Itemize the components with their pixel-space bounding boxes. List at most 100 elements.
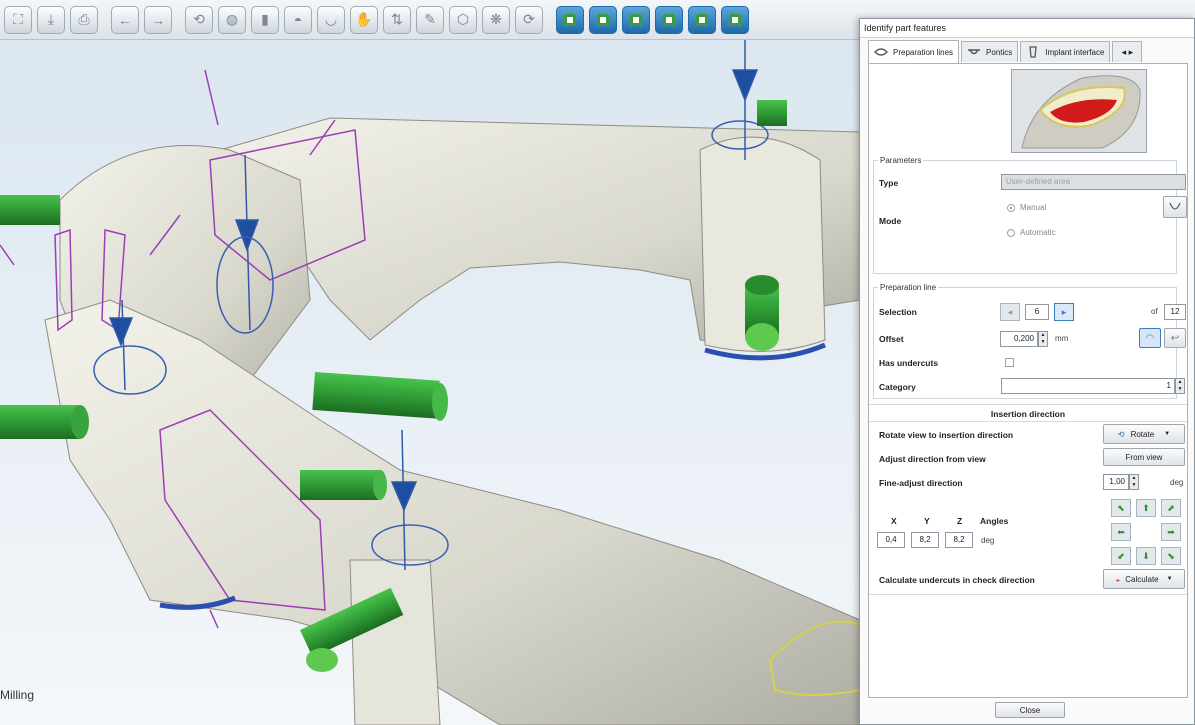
mode-manual-radio[interactable]	[1007, 204, 1015, 212]
fullscreen-icon[interactable]: ⛶	[4, 5, 32, 34]
cylinder-icon[interactable]: ◍	[218, 5, 246, 34]
offset-label: Offset	[879, 334, 904, 344]
view-top-icon[interactable]	[688, 5, 716, 34]
angles-label: Angles	[980, 516, 1009, 526]
tilt-down-right-button[interactable]: ⬊	[1161, 547, 1181, 565]
identify-part-features-dialog: Identify part features Preparation lines…	[859, 18, 1195, 725]
type-label: Type	[879, 178, 899, 188]
chevron-down-icon: ▼	[1164, 431, 1171, 437]
fine-adjust-spinner[interactable]: ▲ ▼	[1129, 474, 1139, 490]
offset-field[interactable]: 0,200	[1000, 331, 1038, 347]
tilt-left-button[interactable]: ⬅	[1111, 523, 1131, 541]
category-spinner[interactable]: ▲ ▼	[1175, 378, 1185, 394]
calculate-undercuts-label: Calculate undercuts in check direction	[879, 575, 1035, 585]
hand-icon[interactable]: ✋	[350, 5, 378, 34]
rotate-button[interactable]: ⟲ Rotate ▼	[1103, 424, 1185, 444]
mode-automatic-label: Automatic	[1020, 228, 1056, 237]
mode-label: Mode	[879, 216, 902, 226]
mode-label: Milling	[0, 688, 35, 702]
tab-implant-interface[interactable]: Implant interface	[1020, 41, 1111, 62]
part-icon[interactable]: ▮	[251, 5, 279, 34]
offset-reset-button[interactable]: ↩	[1164, 328, 1186, 348]
preparation-preview-image	[1011, 69, 1147, 153]
undo-icon[interactable]: ←	[111, 5, 139, 34]
preparation-line-legend: Preparation line	[880, 283, 937, 292]
tab-preparation-lines[interactable]: Preparation lines	[868, 40, 960, 63]
adjust-direction-label: Adjust direction from view	[879, 454, 986, 464]
fine-adjust-unit: deg	[1170, 478, 1184, 487]
redo-icon[interactable]: →	[144, 5, 172, 34]
z-axis-label: Z	[957, 516, 963, 526]
tab-label: Pontics	[986, 47, 1013, 57]
x-angle-field[interactable]: 0,4	[877, 532, 905, 548]
selection-prev-button[interactable]: ◂	[1000, 303, 1020, 321]
offset-spinner[interactable]: ▲ ▼	[1038, 331, 1048, 347]
selection-label: Selection	[879, 307, 917, 317]
close-button[interactable]: Close	[995, 702, 1065, 718]
morph-icon[interactable]: ❋	[482, 5, 510, 34]
rotate-tooth-icon: ⟲	[1117, 429, 1125, 439]
preparation-line-icon	[874, 46, 888, 58]
category-label: Category	[879, 382, 916, 392]
return-icon: ↩	[1170, 332, 1180, 344]
print-icon[interactable]: ⎙	[70, 5, 98, 34]
parameters-legend: Parameters	[880, 156, 922, 165]
pontic-icon	[967, 46, 981, 58]
selection-field[interactable]: 6	[1025, 304, 1049, 320]
view-front-icon[interactable]	[556, 5, 584, 34]
selection-next-button[interactable]: ▸	[1054, 303, 1074, 321]
calculate-button-label: Calculate	[1125, 574, 1159, 584]
undercuts-checkbox[interactable]	[1005, 358, 1014, 367]
mode-shape-button[interactable]	[1163, 196, 1187, 218]
view-back-icon[interactable]	[589, 5, 617, 34]
total-count-field: 12	[1164, 304, 1186, 320]
offset-apply-button[interactable]: ◠	[1139, 328, 1161, 348]
rotate-button-label: Rotate	[1130, 429, 1155, 439]
tilt-down-left-button[interactable]: ⬋	[1111, 547, 1131, 565]
tilt-up-right-button[interactable]: ⬈	[1161, 499, 1181, 517]
undercuts-label: Has undercuts	[879, 358, 939, 368]
rotate-icon[interactable]: ⟳	[515, 5, 543, 34]
z-angle-field[interactable]: 8,2	[945, 532, 973, 548]
tilt-up-left-button[interactable]: ⬉	[1111, 499, 1131, 517]
view-left-icon[interactable]	[622, 5, 650, 34]
tab-pontics[interactable]: Pontics	[961, 41, 1019, 62]
angles-unit: deg	[981, 536, 995, 545]
category-field[interactable]: 1	[1001, 378, 1175, 394]
tab-scroll-arrows[interactable]: ◂ ▸	[1112, 41, 1143, 62]
x-axis-label: X	[891, 516, 897, 526]
brush-icon[interactable]: ✎	[416, 5, 444, 34]
undercut-icon: ◒	[1115, 574, 1121, 584]
of-label: of	[1151, 307, 1158, 316]
tab-label: Preparation lines	[893, 47, 954, 57]
mode-automatic-radio[interactable]	[1007, 229, 1015, 237]
tools-icon[interactable]: ⇅	[383, 5, 411, 34]
tilt-up-button[interactable]: ⬆	[1136, 499, 1156, 517]
tilt-down-button[interactable]: ⬇	[1136, 547, 1156, 565]
offset-unit: mm	[1055, 334, 1069, 343]
tooth-outline-icon: ◠	[1145, 332, 1155, 344]
y-axis-label: Y	[924, 516, 930, 526]
cup-icon	[1169, 202, 1181, 210]
view-bottom-icon[interactable]	[721, 5, 749, 34]
tab-bar: Preparation lines Pontics Implant interf…	[868, 40, 1194, 63]
sculpt-icon[interactable]: ⬡	[449, 5, 477, 34]
type-field[interactable]: User-defined area	[1001, 174, 1186, 190]
preparation-lines-panel: Parameters Type User-defined area Mode M…	[868, 63, 1188, 698]
implant-icon	[1026, 46, 1040, 58]
rotate-view-icon[interactable]: ⟲	[185, 5, 213, 34]
tab-label: Implant interface	[1045, 47, 1105, 57]
tooth-icon[interactable]: ◓	[284, 5, 312, 34]
calculate-button[interactable]: ◒ Calculate ▼	[1103, 569, 1185, 589]
view-right-icon[interactable]	[655, 5, 683, 34]
save-icon[interactable]: ⤓	[37, 5, 65, 34]
y-angle-field[interactable]: 8,2	[911, 532, 939, 548]
fine-adjust-field[interactable]: 1,00	[1103, 474, 1129, 490]
fine-adjust-label: Fine-adjust direction	[879, 478, 963, 488]
rotate-view-label: Rotate view to insertion direction	[879, 430, 1014, 440]
mode-manual-label: Manual	[1020, 203, 1047, 212]
chevron-down-icon: ▼	[1166, 576, 1173, 582]
tilt-right-button[interactable]: ➡	[1161, 523, 1181, 541]
bridge-icon[interactable]: ◡	[317, 5, 345, 34]
from-view-button[interactable]: From view	[1103, 448, 1185, 466]
